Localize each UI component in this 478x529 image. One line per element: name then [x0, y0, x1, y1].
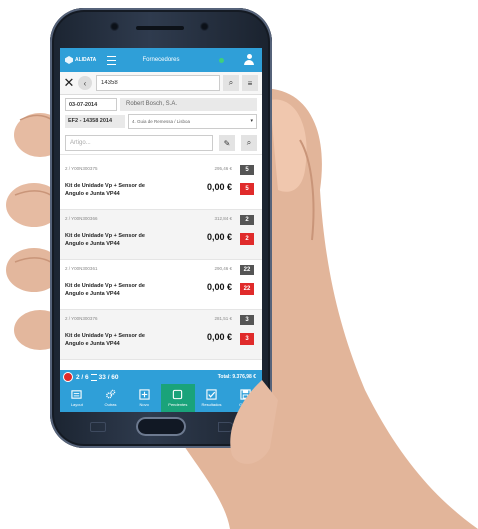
document-total: Total: 9.376,98 €	[217, 374, 256, 380]
tab-results[interactable]: Resultados	[195, 384, 229, 412]
tab-other[interactable]: Outras	[94, 384, 128, 412]
item-quantity[interactable]: 22	[240, 265, 254, 275]
clear-button[interactable]: ✎	[219, 135, 235, 151]
item-name: Kit de Unidade Vp + Sensor de Angulo e J…	[65, 333, 145, 347]
list-icon	[71, 390, 82, 399]
chevron-down-icon: ▾	[250, 118, 253, 124]
document-number-field: EF2 - 14358 2014	[65, 115, 125, 128]
search-button[interactable]: ⌕	[223, 75, 239, 91]
item-reference: 2 / Y00N300375	[65, 166, 98, 171]
tab-label: Resultados	[201, 402, 222, 407]
item-quantity[interactable]: 3	[240, 315, 254, 325]
back-button[interactable]: ‹	[78, 76, 92, 90]
gears-icon	[106, 389, 116, 399]
item-reference: 2 / Y00N300366	[65, 216, 98, 221]
close-icon[interactable]: ✕	[60, 72, 78, 94]
item-total: 0,00 €	[206, 282, 232, 292]
front-camera-icon	[110, 22, 119, 31]
date-field[interactable]: 03-07-2014	[65, 98, 117, 111]
arrow-left-icon: ‹	[83, 78, 87, 88]
item-price: 281,51 €	[214, 316, 232, 321]
tab-new[interactable]: Novo	[127, 384, 161, 412]
tab-pending[interactable]: Pendentes	[161, 384, 195, 412]
search-input[interactable]	[96, 75, 220, 91]
speaker-grille	[136, 26, 184, 30]
list-item[interactable]: 2 / Y00N300376 281,51 € 3 Kit de Unidade…	[60, 310, 262, 360]
document-series-row: EF2 - 14358 2014 4. Guia de Remessa / Li…	[60, 114, 262, 132]
square-icon	[173, 389, 183, 400]
list-icon	[90, 373, 97, 381]
sensor-icon	[200, 22, 209, 31]
supplier-field[interactable]: Robert Bosch, S.A.	[120, 98, 257, 111]
page-title: Fornecedores	[142, 57, 180, 63]
item-price: 295,46 €	[214, 166, 232, 171]
tab-label: Layout	[70, 402, 83, 407]
list-view-button[interactable]: ≡	[242, 75, 258, 91]
item-total: 0,00 €	[206, 232, 232, 242]
article-search-button[interactable]: ⌕	[241, 135, 257, 151]
item-name: Kit de Unidade Vp + Sensor de Angulo e J…	[65, 283, 145, 297]
tab-label: Novo	[139, 402, 149, 407]
search-icon: ⌕	[228, 78, 234, 87]
tab-save[interactable]: Gravar	[228, 384, 262, 412]
series-select[interactable]: 4. Guia de Remessa / Lisboa ▾	[128, 114, 257, 129]
document-date-row: 03-07-2014 Robert Bosch, S.A.	[60, 95, 262, 114]
stop-icon[interactable]	[63, 372, 73, 382]
eraser-icon: ✎	[223, 138, 231, 148]
check-icon	[206, 389, 217, 400]
plus-icon	[139, 389, 150, 400]
item-price: 290,46 €	[214, 266, 232, 271]
user-icon[interactable]	[244, 54, 254, 66]
search-bar: ✕ ‹ ⌕ ≡	[60, 72, 262, 95]
items-list: 2 / Y00N300375 295,46 € 5 Kit de Unidade…	[60, 160, 262, 360]
home-button[interactable]	[136, 417, 186, 436]
app-header: ALIDATA Fornecedores	[60, 48, 262, 72]
status-bar: 2 / 6 33 / 60 Total: 9.376,98 €	[60, 370, 262, 384]
item-reference: 2 / Y00N300361	[65, 266, 98, 271]
save-icon	[240, 389, 251, 400]
bottom-toolbar: Layout Outras Novo Pendentes Resultados …	[60, 384, 262, 412]
tab-label: Pendentes	[168, 402, 188, 407]
item-pending-badge[interactable]: 3	[240, 333, 254, 345]
tab-layout[interactable]: Layout	[60, 384, 94, 412]
online-status-icon	[219, 58, 224, 63]
list-item[interactable]: 2 / Y00N300366 312,84 € 2 Kit de Unidade…	[60, 210, 262, 260]
search-icon: ⌕	[246, 138, 252, 147]
item-total: 0,00 €	[206, 332, 232, 342]
tab-label: Gravar	[239, 402, 252, 407]
series-select-value: 4. Guia de Remessa / Lisboa	[132, 119, 191, 124]
item-pending-badge[interactable]: 22	[240, 283, 254, 295]
article-row: Artigo... ✎ ⌕	[60, 132, 262, 155]
page-counter: 2 / 6	[76, 373, 89, 381]
list-icon: ≡	[247, 78, 253, 88]
item-name: Kit de Unidade Vp + Sensor de Angulo e J…	[65, 183, 145, 197]
list-item[interactable]: 2 / Y00N300361 290,46 € 22 Kit de Unidad…	[60, 260, 262, 310]
list-item[interactable]: 2 / Y00N300375 295,46 € 5 Kit de Unidade…	[60, 160, 262, 210]
line-counter: 33 / 60	[98, 373, 119, 381]
item-price: 312,84 €	[214, 216, 232, 221]
item-pending-badge[interactable]: 5	[240, 183, 254, 195]
item-quantity[interactable]: 2	[240, 215, 254, 225]
tab-label: Outras	[104, 402, 117, 407]
back-key[interactable]	[218, 422, 234, 432]
item-reference: 2 / Y00N300376	[65, 316, 98, 321]
item-pending-badge[interactable]: 2	[240, 233, 254, 245]
recent-apps-key[interactable]	[90, 422, 106, 432]
item-total: 0,00 €	[206, 182, 232, 192]
app-screen: ALIDATA Fornecedores ✕ ‹ ⌕ ≡ 03-07-2014 …	[60, 48, 262, 412]
item-quantity[interactable]: 5	[240, 165, 254, 175]
article-input[interactable]: Artigo...	[65, 135, 213, 151]
item-name: Kit de Unidade Vp + Sensor de Angulo e J…	[65, 233, 145, 247]
